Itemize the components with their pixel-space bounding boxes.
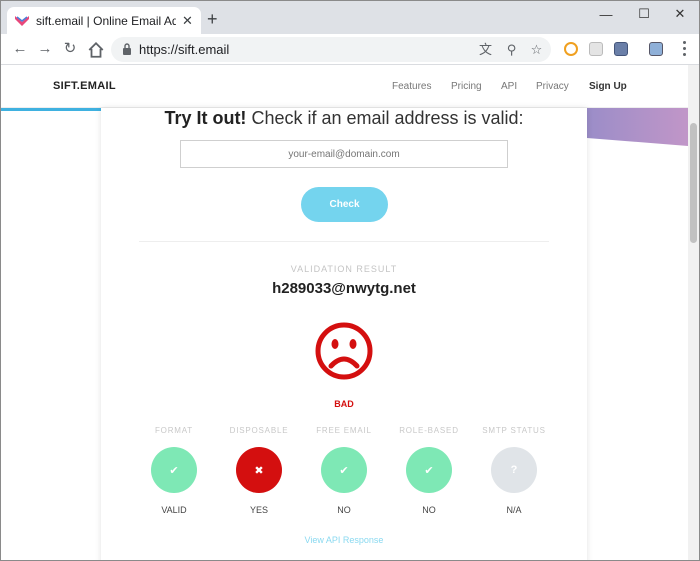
home-icon[interactable] bbox=[87, 41, 105, 59]
back-arrow-icon[interactable]: ← bbox=[11, 40, 29, 58]
validated-email: h289033@nwytg.net bbox=[272, 280, 416, 297]
question-icon: ? bbox=[491, 447, 537, 493]
extension-gray-icon[interactable] bbox=[589, 42, 603, 56]
check-button[interactable]: Check bbox=[301, 187, 388, 222]
email-input[interactable] bbox=[180, 140, 508, 168]
check-free-email: FREE EMAIL ✔ NO bbox=[304, 426, 384, 515]
site-header: SIFT.EMAIL Features Pricing API Privacy … bbox=[1, 65, 688, 108]
extension-screen-icon[interactable] bbox=[614, 42, 628, 56]
close-tab-icon[interactable]: ✕ bbox=[182, 13, 193, 29]
lock-icon bbox=[123, 43, 131, 55]
nav-privacy[interactable]: Privacy bbox=[536, 81, 569, 92]
maximize-icon[interactable]: ☐ bbox=[625, 3, 663, 25]
browser-toolbar: ← → ↻ https://sift.email 文 ⚲ ☆ bbox=[1, 34, 699, 65]
validator-card: Try It out! Check if an email address is… bbox=[101, 108, 587, 560]
check-icon: ✔ bbox=[406, 447, 452, 493]
try-heading-bold: Try It out! bbox=[164, 108, 247, 128]
check-label: FREE EMAIL bbox=[316, 426, 372, 435]
zoom-icon[interactable]: ⚲ bbox=[504, 42, 519, 57]
divider bbox=[139, 241, 549, 242]
nav-api[interactable]: API bbox=[501, 81, 517, 92]
check-value: N/A bbox=[506, 505, 522, 515]
forward-arrow-icon[interactable]: → bbox=[36, 40, 54, 58]
verdict-text: BAD bbox=[334, 399, 354, 409]
check-smtp-status: SMTP STATUS ? N/A bbox=[474, 426, 554, 515]
validation-result-label: VALIDATION RESULT bbox=[290, 264, 398, 274]
check-value: NO bbox=[337, 505, 351, 515]
nav-features[interactable]: Features bbox=[392, 81, 431, 92]
try-heading-rest: Check if an email address is valid: bbox=[246, 108, 524, 128]
extension-chrome-icon[interactable] bbox=[564, 42, 578, 56]
translate-icon[interactable]: 文 bbox=[478, 42, 493, 57]
page-viewport: SIFT.EMAIL Features Pricing API Privacy … bbox=[1, 65, 688, 560]
check-icon: ✔ bbox=[321, 447, 367, 493]
reload-icon[interactable]: ↻ bbox=[61, 40, 79, 58]
minimize-icon[interactable]: — bbox=[587, 3, 625, 25]
brand-logo[interactable]: SIFT.EMAIL bbox=[53, 80, 116, 92]
hero-accent-left bbox=[1, 108, 101, 111]
check-value: YES bbox=[249, 505, 268, 515]
cross-icon: ✖ bbox=[236, 447, 282, 493]
check-icon: ✔ bbox=[151, 447, 197, 493]
new-tab-button[interactable]: + bbox=[207, 10, 218, 28]
check-label: SMTP STATUS bbox=[482, 426, 546, 435]
sift-logo-icon bbox=[15, 15, 29, 26]
check-disposable: DISPOSABLE ✖ YES bbox=[219, 426, 299, 515]
check-value: VALID bbox=[161, 505, 187, 515]
nav-sign-up[interactable]: Sign Up bbox=[589, 81, 627, 92]
hero-gradient-right bbox=[587, 108, 688, 146]
view-api-response-link[interactable]: View API Response bbox=[101, 535, 587, 545]
extension-calendar-icon[interactable] bbox=[649, 42, 663, 56]
close-window-icon[interactable]: ✕ bbox=[661, 3, 699, 25]
address-bar[interactable]: https://sift.email 文 ⚲ ☆ bbox=[111, 37, 551, 62]
tab-title: sift.email | Online Email Address bbox=[36, 13, 176, 28]
sad-face-icon bbox=[315, 322, 373, 380]
check-value: NO bbox=[422, 505, 436, 515]
try-heading: Try It out! Check if an email address is… bbox=[101, 108, 587, 129]
browser-menu-icon[interactable] bbox=[681, 41, 687, 57]
url-text: https://sift.email bbox=[139, 42, 230, 57]
check-label: FORMAT bbox=[155, 426, 193, 435]
bookmark-star-icon[interactable]: ☆ bbox=[529, 42, 544, 57]
browser-tab[interactable]: sift.email | Online Email Address ✕ bbox=[7, 7, 201, 34]
nav-pricing[interactable]: Pricing bbox=[451, 81, 482, 92]
browser-window: sift.email | Online Email Address ✕ + — … bbox=[0, 0, 700, 561]
check-label: DISPOSABLE bbox=[229, 426, 289, 435]
tab-strip: sift.email | Online Email Address ✕ + — … bbox=[1, 1, 699, 34]
check-role-based: ROLE-BASED ✔ NO bbox=[389, 426, 469, 515]
page-scrollbar[interactable] bbox=[688, 65, 699, 560]
check-label: ROLE-BASED bbox=[399, 426, 459, 435]
check-format: FORMAT ✔ VALID bbox=[134, 426, 214, 515]
scroll-thumb[interactable] bbox=[690, 123, 697, 243]
